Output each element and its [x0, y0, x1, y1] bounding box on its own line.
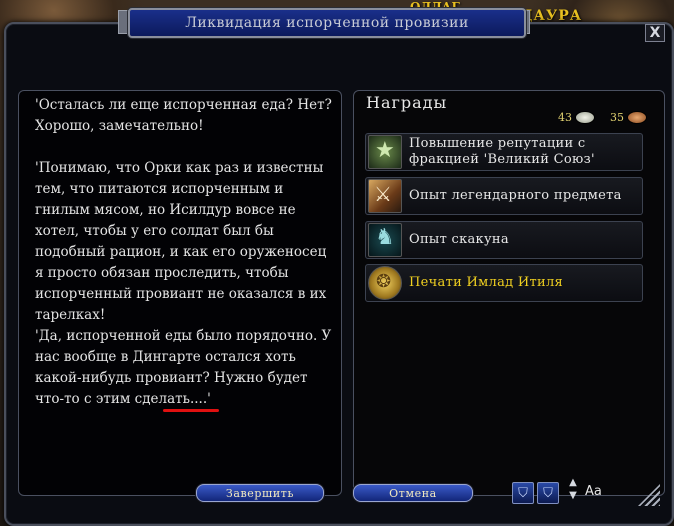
- silver-amount: 43: [558, 111, 572, 124]
- font-size-down-icon[interactable]: ▼: [566, 489, 580, 502]
- rewards-title: Награды: [366, 93, 448, 112]
- reward-legendary-xp[interactable]: Опыт легендарного предмета: [365, 177, 643, 215]
- legendary-item-icon: [368, 179, 402, 213]
- red-underline-annotation: [163, 409, 219, 412]
- cancel-button[interactable]: Отмена: [353, 484, 473, 502]
- close-button[interactable]: X: [645, 24, 665, 42]
- font-size-arrows[interactable]: ▲ ▼: [566, 476, 580, 508]
- rewards-panel: Награды 43 35 Повышение репутации с фрак…: [353, 90, 665, 496]
- reward-label: Повышение репутации с фракцией 'Великий …: [409, 136, 595, 167]
- reward-reputation[interactable]: Повышение репутации с фракцией 'Великий …: [365, 133, 643, 171]
- complete-button[interactable]: Завершить: [196, 484, 324, 502]
- reputation-star-icon: [368, 135, 402, 169]
- reward-label: Печати Имлад Итиля: [409, 275, 564, 290]
- group-share-icon[interactable]: ⛉: [512, 482, 534, 504]
- silver-coin-icon: [575, 111, 595, 124]
- mount-horse-icon: [368, 223, 402, 257]
- dialog-paragraph-3: 'Да, испорченной еды было порядочно. У н…: [35, 328, 332, 407]
- quest-dialog-panel: 'Осталась ли еще испорченная еда? Нет? Х…: [18, 90, 342, 496]
- font-size-up-icon[interactable]: ▲: [566, 476, 580, 489]
- reward-label: Опыт легендарного предмета: [409, 188, 622, 203]
- fellowship-share-icon[interactable]: ⛉: [537, 482, 559, 504]
- dialog-paragraph-1: 'Осталась ли еще испорченная еда? Нет? Х…: [35, 97, 332, 134]
- copper-reward: 35: [610, 111, 647, 124]
- font-size-label: Aa: [585, 484, 602, 499]
- reward-mount-xp[interactable]: Опыт скакуна: [365, 221, 643, 259]
- seal-coin-icon: [368, 266, 402, 300]
- copper-coin-icon: [627, 111, 647, 124]
- reward-seals[interactable]: Печати Имлад Итиля: [365, 264, 643, 302]
- window-title: Ликвидация испорченной провизии: [128, 8, 526, 38]
- quest-window: 'Осталась ли еще испорченная еда? Нет? Х…: [4, 22, 674, 526]
- copper-amount: 35: [610, 111, 624, 124]
- dialog-paragraph-2: 'Понимаю, что Орки как раз и известны те…: [35, 160, 327, 323]
- silver-reward: 43: [558, 111, 595, 124]
- reward-label: Опыт скакуна: [409, 232, 509, 247]
